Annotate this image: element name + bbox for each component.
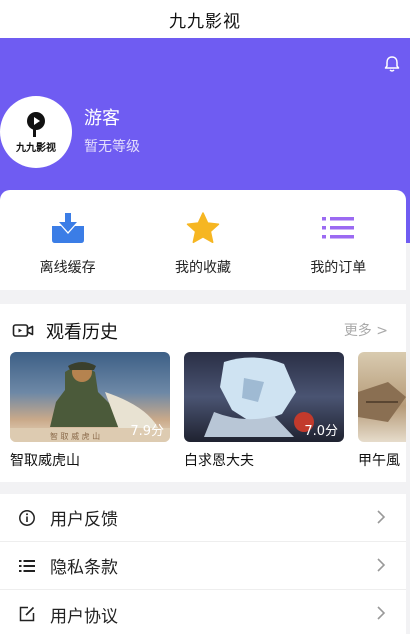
menu-item-label: 用户协议 [50,606,118,627]
history-item[interactable]: 甲午風 [358,352,406,470]
user-name[interactable]: 游客 [84,104,120,130]
rating-badge: 7.9分 [130,424,164,439]
poster-image: 7.0分 [184,352,344,442]
list-icon [19,559,35,572]
watch-history-header: 观看历史 [12,318,118,344]
orders-label: 我的订单 [310,260,367,276]
watch-history-section: 观看历史 更多 > 智 取 威 虎 山 7.9分 智取威虎山 7.0分 白求恩大… [0,304,406,482]
avatar[interactable]: 九九影视 [0,96,72,168]
video-camera-icon [12,324,34,337]
history-item-title: 智取威虎山 [10,453,80,469]
history-item[interactable]: 7.0分 白求恩大夫 [184,352,344,470]
chevron-right-icon [377,510,386,524]
favorites-button[interactable]: 我的收藏 [135,190,270,290]
favorites-label: 我的收藏 [174,260,231,276]
menu-item-label: 隐私条款 [50,558,118,578]
quick-actions: 离线缓存 我的收藏 我的订单 [0,190,406,290]
menu-item-label: 用户反馈 [50,510,118,530]
chevron-right-icon [377,558,386,572]
title-bar: 九九影视 [0,0,410,38]
app-logo-icon [27,111,45,137]
star-icon [186,212,220,244]
settings-menu: 用户反馈 隐私条款 用户协议 [0,494,406,634]
watch-history-title: 观看历史 [46,322,118,343]
poster-image [358,352,406,442]
app-title: 九九影视 [169,11,241,32]
offline-cache-button[interactable]: 离线缓存 [0,190,135,290]
menu-item-privacy[interactable]: 隐私条款 [0,542,406,590]
poster-artwork [358,382,406,422]
history-list: 智 取 威 虎 山 7.9分 智取威虎山 7.0分 白求恩大夫 甲午風 [10,352,406,472]
orders-button[interactable]: 我的订单 [271,190,406,290]
user-level: 暂无等级 [84,139,140,155]
bell-icon[interactable] [382,54,402,74]
offline-cache-label: 离线缓存 [39,260,96,276]
download-tray-icon [51,213,84,243]
history-item[interactable]: 智 取 威 虎 山 7.9分 智取威虎山 [10,352,170,470]
edit-square-icon [19,606,35,622]
list-icon [322,217,355,239]
rating-badge: 7.0分 [304,424,338,439]
history-more-link[interactable]: 更多 > [344,320,388,340]
menu-item-agreement[interactable]: 用户协议 [0,590,406,634]
history-item-title: 白求恩大夫 [184,453,254,469]
history-item-title: 甲午風 [358,453,400,469]
menu-item-feedback[interactable]: 用户反馈 [0,494,406,542]
chevron-right-icon [377,606,386,620]
avatar-logo-text: 九九影视 [16,142,56,154]
info-circle-icon [19,509,35,526]
poster-image: 智 取 威 虎 山 7.9分 [10,352,170,442]
svg-text:智 取 威 虎 山: 智 取 威 虎 山 [50,431,100,441]
